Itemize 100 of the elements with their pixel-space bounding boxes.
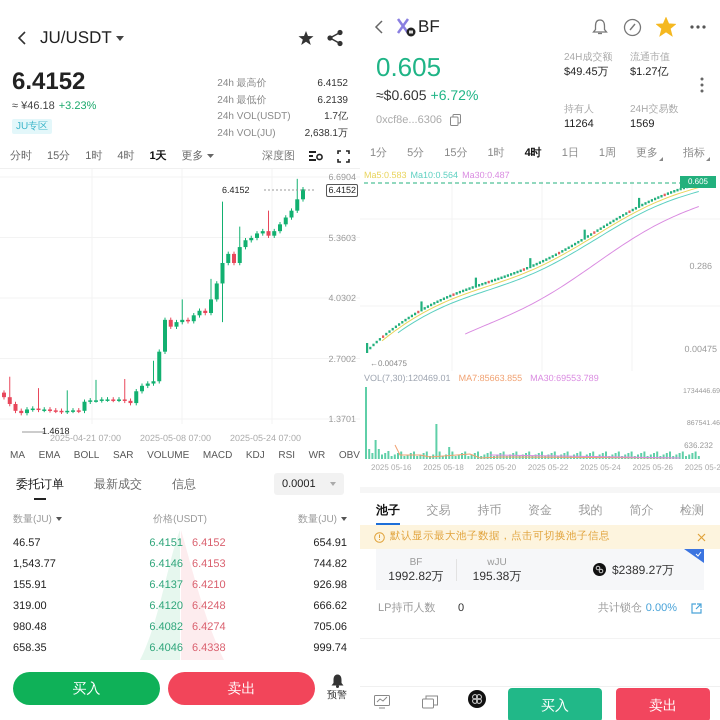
- depth-chart-tab[interactable]: 深度图: [262, 148, 295, 164]
- cards-icon[interactable]: [422, 695, 438, 709]
- low-price-label: ←0.00475: [370, 358, 407, 370]
- timeframe-tab[interactable]: 4时: [524, 144, 542, 162]
- timeframe-tab[interactable]: 4时: [117, 148, 134, 164]
- more-dropdown[interactable]: 更多: [636, 144, 663, 162]
- indicator-tab[interactable]: SAR: [112, 448, 134, 462]
- volume-legend: VOL(7,30):120469.01: [364, 371, 451, 385]
- indicator-tab[interactable]: KDJ: [246, 448, 265, 462]
- sell-button[interactable]: 卖出: [168, 672, 315, 705]
- stat-value: 2,638.1万: [304, 128, 348, 140]
- indicator-tab[interactable]: VOLUME: [147, 448, 190, 462]
- ask-quantity: 926.98: [312, 578, 347, 594]
- last-price: 6.4152: [12, 68, 86, 96]
- timeframe-tab[interactable]: 5分: [407, 144, 424, 162]
- chart-settings-icon[interactable]: [309, 150, 323, 162]
- bid-price: 6.4082: [148, 620, 184, 636]
- pool-logo-icon[interactable]: [468, 690, 486, 708]
- timeframe-tab[interactable]: 15分: [444, 144, 468, 162]
- axis-label: 2025 05-24: [580, 463, 621, 473]
- stat-value: 6.4152: [316, 78, 348, 91]
- price-tag: 0.605: [680, 176, 716, 188]
- stat-label: 24h 最低价: [217, 94, 268, 108]
- indicator-tab[interactable]: MACD: [202, 448, 232, 462]
- section-tab[interactable]: 交易: [426, 497, 451, 523]
- selected-corner-icon: [684, 549, 704, 563]
- indicator-tab[interactable]: BOLL: [74, 448, 100, 462]
- sell-button[interactable]: 卖出: [616, 688, 710, 720]
- back-icon[interactable]: [374, 20, 384, 34]
- bid-quantity: 319.00: [13, 599, 48, 614]
- axis-label: 2025-04-21 07:00: [50, 433, 122, 443]
- stat-label: 持有人: [564, 103, 595, 117]
- section-tab[interactable]: 我的: [578, 497, 603, 523]
- chart-monitor-icon[interactable]: [374, 695, 390, 709]
- ask-price: 6.4274: [191, 620, 227, 636]
- timeframe-tab[interactable]: 1日: [562, 144, 579, 162]
- pool-card[interactable]: BF 1992.82万 wJU 195.38万 $2389.27万: [376, 549, 704, 590]
- caret-icon: [706, 157, 710, 162]
- info-icon: [374, 532, 385, 542]
- last-price: 0.605: [376, 51, 442, 83]
- notice-text: 默认显示最大池子数据，点击可切换池子信息: [390, 529, 611, 544]
- bid-quantity: 980.48: [13, 620, 48, 636]
- stat-value: $1.27亿: [630, 65, 670, 80]
- indicator-tab[interactable]: EMA: [38, 448, 60, 462]
- token-amount: 1992.82万: [388, 568, 444, 582]
- more-icon[interactable]: [690, 25, 706, 29]
- ask-quantity: 744.82: [312, 557, 347, 572]
- price-line-drawing: [264, 188, 316, 191]
- vertical-more-icon[interactable]: [700, 77, 704, 93]
- price-change: +3.23%: [58, 99, 96, 114]
- token-name: BF: [418, 16, 440, 38]
- timeframe-tab[interactable]: 1天: [150, 148, 167, 164]
- section-tab[interactable]: 检测: [680, 497, 704, 523]
- order-book-tab[interactable]: 最新成交: [94, 468, 142, 500]
- section-tab[interactable]: 池子: [376, 497, 400, 523]
- ma-legend: Ma10:0.564: [410, 169, 458, 181]
- axis-label: 2025 05-22: [528, 463, 568, 473]
- indicator-tab[interactable]: WR: [308, 448, 326, 462]
- precision-dropdown[interactable]: 0.0001: [274, 473, 344, 495]
- external-link-icon[interactable]: [691, 602, 702, 614]
- order-book-tab[interactable]: 信息: [172, 468, 196, 500]
- order-book-tab[interactable]: 委托订单: [16, 468, 64, 500]
- timeframe-tab[interactable]: 15分: [47, 148, 70, 164]
- copy-icon[interactable]: [450, 114, 462, 126]
- price-tag: 6.4152: [326, 184, 358, 197]
- share-icon[interactable]: [326, 29, 344, 47]
- alert-button[interactable]: 预警: [327, 674, 347, 703]
- favorite-star-icon[interactable]: [656, 17, 676, 37]
- stat-value: 1.7亿: [323, 111, 348, 124]
- indicators-dropdown[interactable]: 指标: [683, 144, 710, 162]
- more-dropdown[interactable]: 更多: [182, 148, 214, 164]
- star-icon[interactable]: [298, 30, 314, 46]
- timeframe-tab[interactable]: 1周: [598, 144, 616, 162]
- price-label: 6.4152: [222, 184, 250, 195]
- pair-selector[interactable]: JU/USDT: [40, 25, 124, 51]
- back-icon[interactable]: [16, 30, 28, 46]
- ask-price: 6.4210: [191, 578, 227, 594]
- gauge-icon[interactable]: [623, 18, 642, 36]
- bell-icon[interactable]: [591, 18, 609, 36]
- axis-label: 2025-05-24 07:00: [230, 433, 302, 443]
- ask-quantity: 666.62: [312, 599, 347, 614]
- fullscreen-icon[interactable]: [337, 150, 350, 162]
- token-logo-icon: [396, 17, 416, 37]
- stat-label: 24h VOL(JU): [217, 128, 277, 140]
- indicator-tab[interactable]: RSI: [278, 448, 296, 462]
- timeframe-tab[interactable]: 1分: [370, 144, 388, 162]
- indicator-tab[interactable]: OBV: [338, 448, 360, 462]
- timeframe-tab[interactable]: 1时: [488, 144, 505, 162]
- bell-icon: [330, 674, 344, 688]
- axis-label: 4.0302: [328, 293, 356, 303]
- axis-label: 2025 05-18: [423, 463, 464, 473]
- timeframe-tab[interactable]: 1时: [85, 148, 102, 164]
- timeframe-tab[interactable]: 分时: [10, 148, 32, 164]
- caret-icon: [206, 154, 214, 158]
- indicator-tab[interactable]: MA: [10, 448, 25, 462]
- volume-legend: MA7:85663.855: [458, 371, 522, 385]
- lp-holders-value: 0: [458, 600, 464, 616]
- bid-price: 6.4137: [148, 578, 184, 594]
- section-tab[interactable]: 资金: [528, 497, 552, 523]
- stat-value: 11264: [564, 117, 595, 132]
